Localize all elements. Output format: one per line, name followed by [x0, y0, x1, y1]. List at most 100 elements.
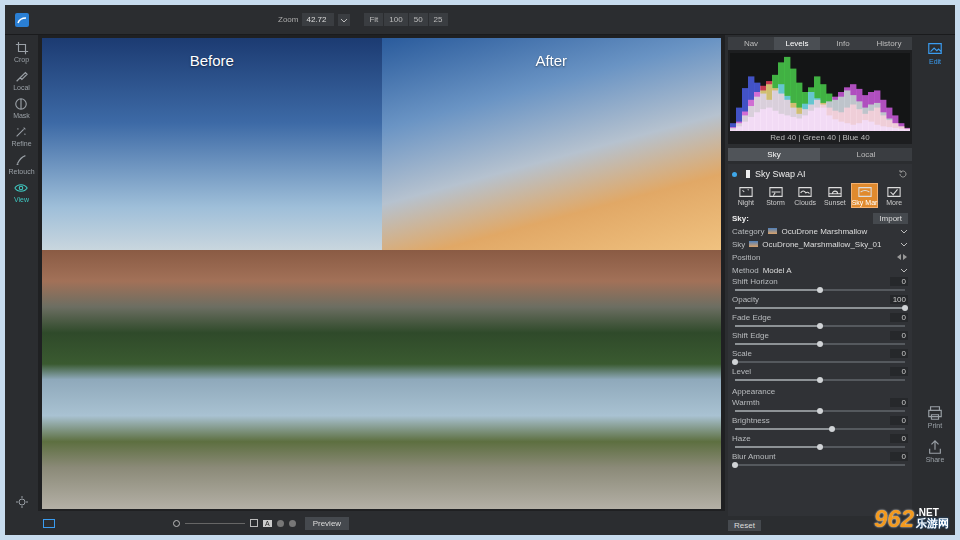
enable-icon[interactable]: [732, 172, 737, 177]
panel-tab[interactable]: Info: [820, 37, 866, 50]
slider-track[interactable]: [735, 379, 905, 381]
slider-value[interactable]: 0: [890, 398, 908, 407]
slider-track[interactable]: [735, 307, 905, 309]
preset-label: Sky Mar: [852, 199, 878, 206]
reset-button[interactable]: Reset: [728, 520, 761, 531]
tool-button[interactable]: Refine: [11, 125, 31, 147]
preset-icon: [796, 185, 814, 199]
chevron-icon[interactable]: [900, 266, 908, 274]
slider-row: Shift Edge0: [732, 331, 908, 348]
slider-knob[interactable]: [817, 323, 823, 329]
zoom-option[interactable]: 25: [429, 13, 448, 26]
slider-knob[interactable]: [732, 359, 738, 365]
slider-value[interactable]: 0: [890, 331, 908, 340]
zoom-field[interactable]: 42.72: [302, 13, 334, 26]
slider-label: Fade Edge: [732, 313, 771, 322]
reset-icon[interactable]: [898, 169, 908, 179]
preset-button[interactable]: Clouds: [791, 183, 819, 208]
top-bar: Zoom42.72Fit1005025: [5, 5, 955, 35]
histogram-bar: [796, 119, 802, 131]
layout-icon[interactable]: [43, 519, 55, 528]
slider-knob[interactable]: [817, 377, 823, 383]
slider-track[interactable]: [735, 446, 905, 448]
slider-value[interactable]: 0: [890, 277, 908, 286]
method-row: MethodModel A: [732, 264, 908, 276]
preset-button[interactable]: Storm: [762, 183, 790, 208]
image-canvas: BeforeAfter: [38, 35, 725, 511]
slider-track[interactable]: [735, 325, 905, 327]
histogram-chart: [730, 53, 910, 131]
nav-button[interactable]: Print: [927, 405, 943, 429]
tool-button[interactable]: Crop: [14, 41, 29, 63]
preset-button[interactable]: Sky Mar: [851, 183, 879, 208]
chevron-icon: [340, 16, 348, 24]
sub-tab[interactable]: Sky: [728, 148, 820, 161]
nav-icon: [927, 41, 943, 57]
slider-track[interactable]: [735, 428, 905, 430]
slider-knob[interactable]: [817, 408, 823, 414]
panel-tabs: NavLevelsInfoHistory: [728, 37, 912, 50]
tool-button[interactable]: View: [14, 181, 29, 203]
settings-icon[interactable]: [16, 496, 28, 508]
preview-button[interactable]: Preview: [305, 517, 349, 530]
nav-button[interactable]: Share: [926, 439, 945, 463]
histogram-bar: [868, 92, 874, 131]
histogram: Red 40 | Green 40 | Blue 40: [728, 50, 912, 144]
overlay-icon[interactable]: [289, 520, 296, 527]
sky-value[interactable]: OcuDrone_Marshmallow_Sky_01: [762, 240, 881, 249]
slider-track[interactable]: [735, 361, 905, 363]
slider-knob[interactable]: [817, 444, 823, 450]
zoom-option[interactable]: 100: [384, 13, 407, 26]
slider-row: Fade Edge 0: [732, 313, 908, 330]
histogram-bar: [754, 97, 760, 131]
chevron-icon[interactable]: [900, 227, 908, 235]
slider-value[interactable]: 100: [890, 295, 908, 304]
method-value[interactable]: Model A: [763, 266, 792, 275]
tool-bar: CropLocalMaskRefineRetouchView?: [5, 35, 38, 535]
toggle-button[interactable]: A: [263, 520, 272, 527]
zoom-dropdown[interactable]: [338, 14, 350, 26]
panel-tab[interactable]: Levels: [774, 37, 820, 50]
histogram-bar: [838, 92, 844, 131]
slider-value[interactable]: 0: [890, 434, 908, 443]
tool-button[interactable]: Mask: [13, 97, 30, 119]
category-value[interactable]: OcuDrone Marshmallow: [781, 227, 867, 236]
slider-value[interactable]: 0: [890, 313, 908, 322]
tool-button[interactable]: Retouch: [8, 153, 34, 175]
zoom-option[interactable]: 50: [409, 13, 428, 26]
preset-button[interactable]: More: [880, 183, 908, 208]
slider-track[interactable]: [735, 410, 905, 412]
tool-button[interactable]: Local: [13, 69, 30, 91]
slider-value[interactable]: 0: [890, 349, 908, 358]
slider-knob[interactable]: [829, 426, 835, 432]
slider-knob[interactable]: [732, 462, 738, 468]
import-button[interactable]: Import: [873, 213, 908, 224]
compare-icon[interactable]: [250, 519, 258, 527]
histogram-bar: [904, 129, 910, 131]
filter-icon: [741, 169, 751, 179]
mask-icon[interactable]: [277, 520, 284, 527]
slider-value[interactable]: 0: [890, 367, 908, 376]
preset-button[interactable]: Sunset: [821, 183, 849, 208]
slider-track[interactable]: [735, 464, 905, 466]
zoom-option[interactable]: Fit: [364, 13, 383, 26]
sub-tab[interactable]: Local: [820, 148, 912, 161]
slider-value[interactable]: 0: [890, 416, 908, 425]
slider-knob[interactable]: [817, 287, 823, 293]
slider-track[interactable]: [735, 289, 905, 291]
panel-tab[interactable]: Nav: [728, 37, 774, 50]
slider-knob[interactable]: [817, 341, 823, 347]
histogram-bar: [754, 83, 760, 131]
panel-tab[interactable]: History: [866, 37, 912, 50]
position-heading: Position: [732, 253, 760, 262]
nav-button[interactable]: Edit: [927, 41, 943, 65]
chevron-icon[interactable]: [900, 240, 908, 248]
slider-knob[interactable]: [902, 305, 908, 311]
preset-button[interactable]: Night: [732, 183, 760, 208]
slider-track[interactable]: [735, 343, 905, 345]
histogram-bar: [790, 69, 796, 131]
bottom-bar: A Preview: [5, 511, 725, 535]
zoom-slider-icon[interactable]: [173, 520, 180, 527]
arrows-icon[interactable]: [896, 253, 908, 261]
slider-value[interactable]: 0: [890, 452, 908, 461]
